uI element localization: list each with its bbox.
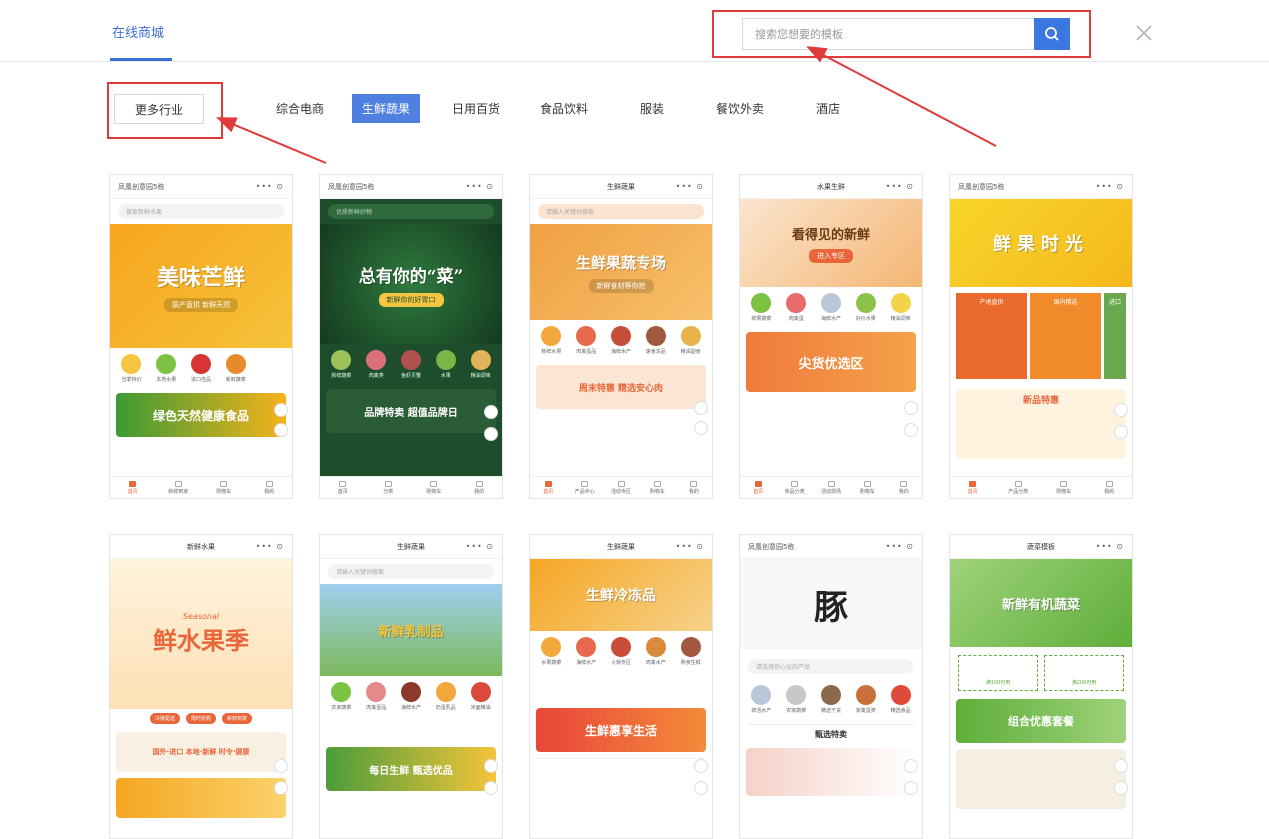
card-bottom-nav: 首页 产品分类 购物车 我的 — [950, 476, 1132, 498]
card-header: 凤凰创意园5栋 ••• ⊙ — [110, 175, 292, 199]
card-header: 凤凰创意园5栋 ••• ⊙ — [740, 535, 922, 559]
template-card[interactable]: 凤凰创意园5栋 ••• ⊙ 优质新鲜好物 总有你的“菜” 新鲜你的好胃口 新鲜蔬菜… — [319, 174, 503, 499]
card-header: 凤凰创意园5栋 ••• ⊙ — [950, 175, 1132, 199]
category-food-drinks[interactable]: 食品饮料 — [530, 94, 598, 123]
template-card[interactable]: 凤凰创意园5栋 ••• ⊙ 鲜果时光 产地直供 国内精选 进口 新品特惠 首页 产… — [949, 174, 1133, 499]
card-banner: 新鲜有机蔬菜 — [950, 559, 1132, 647]
category-comprehensive[interactable]: 综合电商 — [266, 94, 334, 123]
card-promo: 甄选特卖 — [746, 724, 916, 744]
card-search: 请选择你心仪的产品 — [748, 659, 914, 674]
card-promo: 国外·进口 本地·新鲜 时令·健康 — [116, 732, 286, 772]
card-icons: 新鲜水果 肉禽蛋品 海鲜水产 速食冻品 粮油副食 — [530, 320, 712, 361]
template-card[interactable]: 凤凰创意园5栋 ••• ⊙ 搜索新鲜水果 美味芒鲜 原产直供 新鲜天然 当季特价 … — [109, 174, 293, 499]
annotation-box-more — [107, 82, 223, 139]
card-promo: 新品特惠 — [956, 389, 1126, 459]
card-search: 请输入关键词搜索 — [538, 204, 704, 219]
card-search: 优质新鲜好物 — [328, 204, 494, 219]
category-fresh-produce[interactable]: 生鲜蔬果 — [352, 94, 421, 123]
template-card[interactable]: 凤凰创意园5栋 ••• ⊙ 豚 请选择你心仪的产品 鲜活水产 农家蔬菜 精选干货 … — [739, 534, 923, 839]
tab-underline — [110, 58, 172, 61]
card-icons: 鲜活水产 农家蔬菜 精选干货 家禽蛋类 精选食品 — [740, 679, 922, 720]
card-header: 凤凰创意园5栋 ••• ⊙ — [320, 175, 502, 199]
card-promo: 品牌特卖 超值品牌日 — [326, 389, 496, 433]
close-icon — [1136, 25, 1152, 41]
card-header: 生鲜蔬果 ••• ⊙ — [530, 535, 712, 559]
card-tags: 冷链配送 限时抢购 新鲜到家 — [110, 709, 292, 728]
card-promo: 每日生鲜 甄选优品 — [326, 747, 496, 791]
card-banner: 豚 — [740, 559, 922, 649]
template-card[interactable]: 新鲜水果 ••• ⊙ Seasonal 鲜水果季 冷链配送 限时抢购 新鲜到家 国… — [109, 534, 293, 839]
card-feature-tiles: 产地直供 国内精选 进口 — [950, 287, 1132, 385]
card-bottom-nav: 首页 产品中心 活动专区 购物车 我的 — [530, 476, 712, 498]
template-card[interactable]: 蔬菜模板 ••• ⊙ 新鲜有机蔬菜 满100可用 满200可用 组合优惠套餐 — [949, 534, 1133, 839]
card-banner: 美味芒鲜 原产直供 新鲜天然 — [110, 224, 292, 348]
card-coupons: 满100可用 满200可用 — [950, 647, 1132, 695]
template-card[interactable]: 水果生鲜 ••• ⊙ 看得见的新鲜 进入专区 鲜果蔬菜 肉禽蛋 海鲜水产 好价水果… — [739, 174, 923, 499]
card-header: 新鲜水果 ••• ⊙ — [110, 535, 292, 559]
card-promo: 绿色天然健康食品 — [116, 393, 286, 437]
card-bottom-nav: 首页 商品分类 活动现场 购物车 我的 — [740, 476, 922, 498]
card-promo: 组合优惠套餐 — [956, 699, 1126, 743]
card-header: 蔬菜模板 ••• ⊙ — [950, 535, 1132, 559]
tab-online-mall[interactable]: 在线商城 — [112, 22, 164, 41]
category-clothing[interactable]: 服装 — [630, 94, 674, 123]
card-promo: 尖货优选区 — [746, 332, 916, 392]
card-icons: 当季特价 本地水果 进口佳品 新鲜蔬菜 — [110, 348, 292, 389]
card-search: 搜索新鲜水果 — [118, 204, 284, 219]
template-card[interactable]: 生鲜蔬果 ••• ⊙ 请输入关键词搜索 新鲜乳制品 农家蔬菜 肉禽蛋品 海鲜水产 … — [319, 534, 503, 839]
card-promo: 周末特惠 精选安心肉 — [536, 365, 706, 409]
category-daily-goods[interactable]: 日用百货 — [442, 94, 510, 123]
card-banner: Seasonal 鲜水果季 — [110, 559, 292, 709]
card-bottom-nav: 首页 分类 购物车 我的 — [320, 476, 502, 498]
card-banner: 总有你的“菜” 新鲜你的好胃口 — [320, 224, 502, 344]
card-banner: 生鲜果蔬专场 新鲜食材等你抢 — [530, 224, 712, 320]
card-icons: 农家蔬菜 肉禽蛋品 海鲜水产 奶蛋乳品 米面粮油 — [320, 676, 502, 717]
close-button[interactable] — [1133, 22, 1155, 44]
card-promo: 生鲜惠享生活 — [536, 708, 706, 752]
card-header: 生鲜蔬果 ••• ⊙ — [530, 175, 712, 199]
card-icons: 新鲜蔬菜 肉禽类 鱼虾贝蟹 水果 粮油调味 — [320, 344, 502, 385]
card-header: 生鲜蔬果 ••• ⊙ — [320, 535, 502, 559]
card-search: 请输入关键词搜索 — [328, 564, 494, 579]
card-banner: 看得见的新鲜 进入专区 — [740, 199, 922, 287]
card-banner: 鲜果时光 — [950, 199, 1132, 287]
card-header: 水果生鲜 ••• ⊙ — [740, 175, 922, 199]
card-banner: 生鲜冷冻品 — [530, 559, 712, 631]
card-banner: 新鲜乳制品 — [320, 584, 502, 676]
category-catering[interactable]: 餐饮外卖 — [706, 94, 774, 123]
card-bottom-nav: 首页 新鲜到家 购物车 我的 — [110, 476, 292, 498]
category-hotel[interactable]: 酒店 — [806, 94, 850, 123]
template-card[interactable]: 生鲜蔬果 ••• ⊙ 生鲜冷冻品 水果蔬菜 海鲜水产 火锅专区 肉禽水产 熟食生鲜… — [529, 534, 713, 839]
card-icons: 鲜果蔬菜 肉禽蛋 海鲜水产 好价水果 粮油调味 — [740, 287, 922, 328]
template-card[interactable]: 生鲜蔬果 ••• ⊙ 请输入关键词搜索 生鲜果蔬专场 新鲜食材等你抢 新鲜水果 肉… — [529, 174, 713, 499]
annotation-box-search — [712, 10, 1091, 58]
card-icons: 水果蔬菜 海鲜水产 火锅专区 肉禽水产 熟食生鲜 — [530, 631, 712, 672]
